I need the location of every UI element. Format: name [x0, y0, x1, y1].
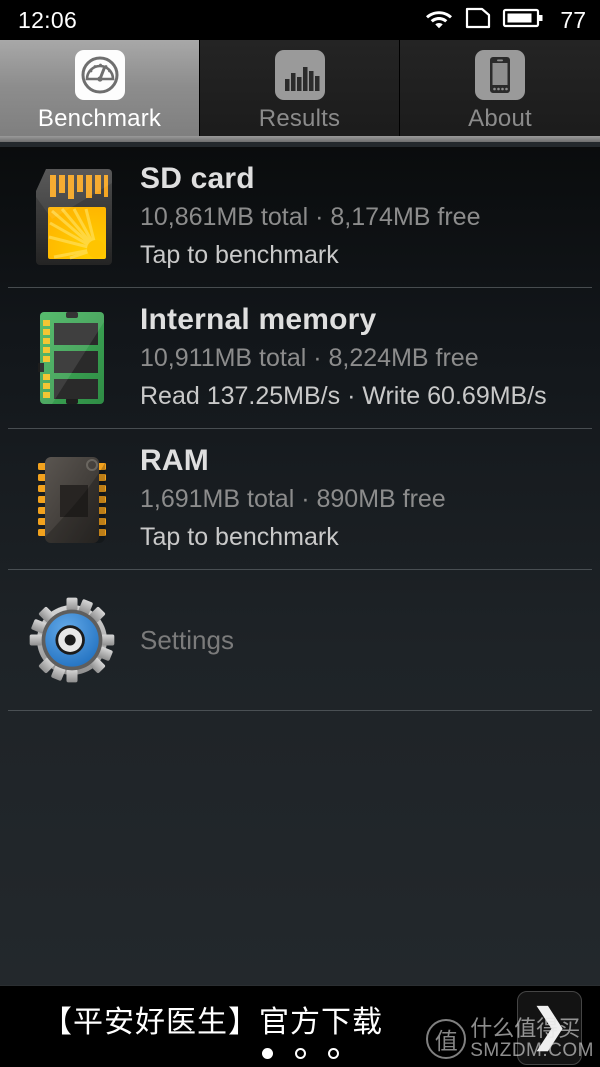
app-screen: 12:06 77 Benchmark Results About SD card…: [0, 0, 600, 1067]
list-item-sd-card[interactable]: SD card 10,861MB total · 8,174MB free Ta…: [0, 147, 600, 287]
ad-text: 【平安好医生】官方下载: [42, 1005, 383, 1040]
settings-label: Settings: [140, 624, 234, 655]
tab-underline: [0, 136, 600, 142]
list-item-action: Tap to benchmark: [140, 523, 339, 551]
tab-about[interactable]: About: [400, 40, 600, 142]
sd-card-icon: [26, 165, 118, 269]
ad-cta-button[interactable]: ❯: [517, 991, 582, 1065]
list-item-ram-text: RAM 1,691MB total · 890MB free Tap to be…: [140, 443, 446, 555]
tab-results[interactable]: Results: [200, 40, 400, 142]
chevron-right-icon: ❯: [531, 1001, 568, 1050]
list-item-internal-memory-text: Internal memory 10,911MB total · 8,224MB…: [140, 302, 547, 414]
pager-dot-2[interactable]: [294, 1048, 306, 1059]
speedometer-icon: [74, 49, 126, 101]
list-item-internal-memory[interactable]: Internal memory 10,911MB total · 8,224MB…: [0, 288, 600, 428]
phone-icon: [474, 49, 526, 101]
bar-chart-icon: [274, 49, 326, 101]
list-item-sd-card-text: SD card 10,861MB total · 8,174MB free Ta…: [140, 161, 480, 273]
list-item-title: Internal memory: [140, 303, 377, 336]
tab-benchmark-label: Benchmark: [37, 105, 162, 132]
battery-percent-label: 77: [560, 6, 586, 33]
list-item-action: Read 137.25MB/s · Write 60.69MB/s: [140, 382, 547, 410]
list-item-subtitle: 1,691MB total · 890MB free: [140, 485, 446, 513]
ram-chip-icon: [26, 447, 118, 551]
ad-banner[interactable]: 【平安好医生】官方下载 ❯: [0, 985, 600, 1067]
benchmark-list: SD card 10,861MB total · 8,174MB free Ta…: [0, 147, 600, 985]
tab-about-label: About: [468, 105, 532, 132]
memory-module-icon: [26, 306, 118, 410]
wifi-icon: [424, 6, 454, 35]
status-bar-clock: 12:06: [18, 6, 78, 33]
list-separator: [8, 710, 592, 711]
status-bar-icons: 77: [424, 6, 586, 35]
list-item-ram[interactable]: RAM 1,691MB total · 890MB free Tap to be…: [0, 429, 600, 569]
pager-dot-3[interactable]: [327, 1048, 339, 1059]
tab-benchmark[interactable]: Benchmark: [0, 40, 200, 142]
tab-results-label: Results: [258, 105, 341, 132]
status-bar: 12:06 77: [0, 0, 600, 40]
list-item-settings[interactable]: Settings: [0, 570, 600, 710]
sim-card-icon: [465, 6, 491, 35]
list-item-action: Tap to benchmark: [140, 241, 339, 269]
list-item-subtitle: 10,911MB total · 8,224MB free: [140, 344, 479, 372]
list-item-title: RAM: [140, 444, 209, 477]
ad-pager-dots: [0, 1048, 600, 1059]
list-item-subtitle: 10,861MB total · 8,174MB free: [140, 203, 481, 231]
list-item-title: SD card: [140, 162, 255, 195]
tab-bar: Benchmark Results About: [0, 40, 600, 142]
gear-eye-icon: [26, 588, 118, 692]
pager-dot-1[interactable]: [261, 1048, 273, 1059]
battery-icon: [502, 6, 544, 35]
